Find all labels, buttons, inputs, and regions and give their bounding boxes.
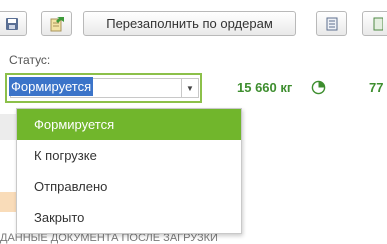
- list-icon: [326, 17, 337, 30]
- extra-icon: [373, 17, 383, 30]
- save-icon: [5, 17, 18, 30]
- chevron-down-icon: ▼: [186, 83, 194, 93]
- save-button[interactable]: [0, 11, 27, 36]
- toolbar: Перезаполнить по ордерам: [0, 0, 387, 40]
- status-dropdown-list: Формируется К погрузке Отправлено Закрыт…: [16, 108, 242, 234]
- post-document-icon: [50, 16, 64, 31]
- background-highlight-row: [0, 192, 16, 212]
- list-button[interactable]: [316, 11, 347, 36]
- post-document-button[interactable]: [41, 11, 72, 36]
- status-option-closed[interactable]: Закрыто: [17, 202, 241, 233]
- status-label: Статус:: [9, 53, 51, 67]
- pie-chart-icon: [311, 80, 326, 95]
- total-count: 77: [369, 80, 384, 95]
- status-option-forming[interactable]: Формируется: [17, 109, 241, 140]
- dropdown-button[interactable]: ▼: [181, 78, 199, 98]
- refill-by-orders-button[interactable]: Перезаполнить по ордерам: [83, 11, 296, 36]
- status-option-sent[interactable]: Отправлено: [17, 171, 241, 202]
- total-weight: 15 660 кг: [237, 80, 293, 95]
- status-option-to-loading[interactable]: К погрузке: [17, 140, 241, 171]
- status-select-value[interactable]: Формируется: [9, 77, 94, 96]
- extra-button[interactable]: [362, 11, 387, 36]
